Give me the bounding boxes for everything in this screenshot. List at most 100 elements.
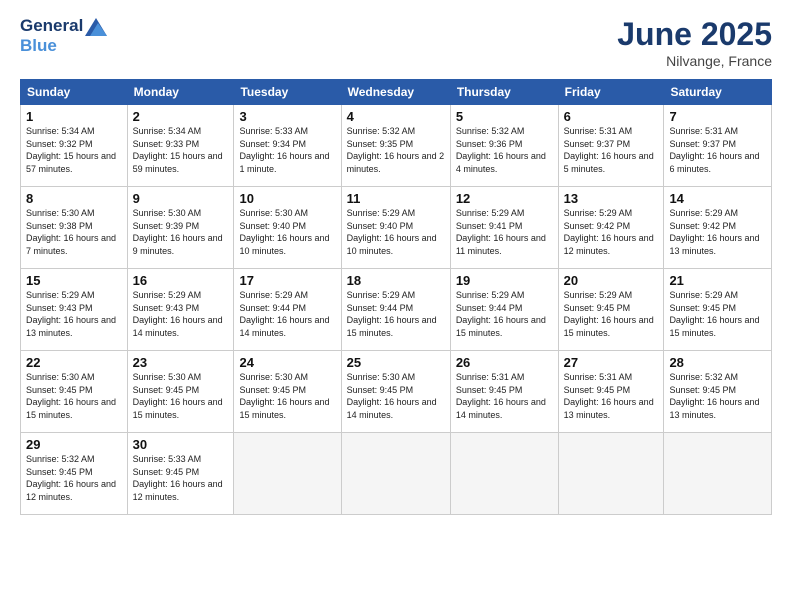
day-number: 22 xyxy=(26,355,122,370)
table-row: 29Sunrise: 5:32 AM Sunset: 9:45 PM Dayli… xyxy=(21,433,128,515)
day-number: 9 xyxy=(133,191,229,206)
col-tuesday: Tuesday xyxy=(234,80,341,105)
table-row: 11Sunrise: 5:29 AM Sunset: 9:40 PM Dayli… xyxy=(341,187,450,269)
cell-details: Sunrise: 5:30 AM Sunset: 9:45 PM Dayligh… xyxy=(347,371,445,421)
cell-details: Sunrise: 5:29 AM Sunset: 9:43 PM Dayligh… xyxy=(133,289,229,339)
table-row: 2Sunrise: 5:34 AM Sunset: 9:33 PM Daylig… xyxy=(127,105,234,187)
day-number: 11 xyxy=(347,191,445,206)
cell-details: Sunrise: 5:30 AM Sunset: 9:45 PM Dayligh… xyxy=(26,371,122,421)
table-row: 19Sunrise: 5:29 AM Sunset: 9:44 PM Dayli… xyxy=(450,269,558,351)
col-thursday: Thursday xyxy=(450,80,558,105)
cell-details: Sunrise: 5:30 AM Sunset: 9:38 PM Dayligh… xyxy=(26,207,122,257)
day-number: 20 xyxy=(564,273,659,288)
cell-details: Sunrise: 5:31 AM Sunset: 9:37 PM Dayligh… xyxy=(564,125,659,175)
table-row: 15Sunrise: 5:29 AM Sunset: 9:43 PM Dayli… xyxy=(21,269,128,351)
col-friday: Friday xyxy=(558,80,664,105)
table-row: 5Sunrise: 5:32 AM Sunset: 9:36 PM Daylig… xyxy=(450,105,558,187)
header: General Blue June 2025 Nilvange, France xyxy=(20,16,772,69)
cell-details: Sunrise: 5:30 AM Sunset: 9:39 PM Dayligh… xyxy=(133,207,229,257)
cell-details: Sunrise: 5:32 AM Sunset: 9:45 PM Dayligh… xyxy=(669,371,766,421)
day-number: 4 xyxy=(347,109,445,124)
day-number: 5 xyxy=(456,109,553,124)
table-row: 22Sunrise: 5:30 AM Sunset: 9:45 PM Dayli… xyxy=(21,351,128,433)
logo-blue: Blue xyxy=(20,36,107,56)
empty-cell xyxy=(664,433,772,515)
table-row: 28Sunrise: 5:32 AM Sunset: 9:45 PM Dayli… xyxy=(664,351,772,433)
cell-details: Sunrise: 5:32 AM Sunset: 9:45 PM Dayligh… xyxy=(26,453,122,503)
col-saturday: Saturday xyxy=(664,80,772,105)
empty-cell xyxy=(341,433,450,515)
table-row: 1Sunrise: 5:34 AM Sunset: 9:32 PM Daylig… xyxy=(21,105,128,187)
cell-details: Sunrise: 5:30 AM Sunset: 9:45 PM Dayligh… xyxy=(133,371,229,421)
cell-details: Sunrise: 5:33 AM Sunset: 9:45 PM Dayligh… xyxy=(133,453,229,503)
day-number: 27 xyxy=(564,355,659,370)
day-number: 17 xyxy=(239,273,335,288)
day-number: 6 xyxy=(564,109,659,124)
cell-details: Sunrise: 5:30 AM Sunset: 9:45 PM Dayligh… xyxy=(239,371,335,421)
calendar-body: 1Sunrise: 5:34 AM Sunset: 9:32 PM Daylig… xyxy=(21,105,772,515)
col-wednesday: Wednesday xyxy=(341,80,450,105)
day-number: 10 xyxy=(239,191,335,206)
day-number: 16 xyxy=(133,273,229,288)
day-number: 13 xyxy=(564,191,659,206)
cell-details: Sunrise: 5:30 AM Sunset: 9:40 PM Dayligh… xyxy=(239,207,335,257)
cell-details: Sunrise: 5:32 AM Sunset: 9:36 PM Dayligh… xyxy=(456,125,553,175)
empty-cell xyxy=(558,433,664,515)
table-row: 27Sunrise: 5:31 AM Sunset: 9:45 PM Dayli… xyxy=(558,351,664,433)
calendar-week-row: 1Sunrise: 5:34 AM Sunset: 9:32 PM Daylig… xyxy=(21,105,772,187)
cell-details: Sunrise: 5:31 AM Sunset: 9:45 PM Dayligh… xyxy=(564,371,659,421)
location: Nilvange, France xyxy=(617,53,772,69)
calendar-week-row: 29Sunrise: 5:32 AM Sunset: 9:45 PM Dayli… xyxy=(21,433,772,515)
day-number: 30 xyxy=(133,437,229,452)
month-title: June 2025 xyxy=(617,16,772,53)
table-row: 24Sunrise: 5:30 AM Sunset: 9:45 PM Dayli… xyxy=(234,351,341,433)
day-number: 25 xyxy=(347,355,445,370)
logo-text: General xyxy=(20,16,107,36)
cell-details: Sunrise: 5:29 AM Sunset: 9:45 PM Dayligh… xyxy=(564,289,659,339)
table-row: 26Sunrise: 5:31 AM Sunset: 9:45 PM Dayli… xyxy=(450,351,558,433)
table-row: 14Sunrise: 5:29 AM Sunset: 9:42 PM Dayli… xyxy=(664,187,772,269)
empty-cell xyxy=(450,433,558,515)
cell-details: Sunrise: 5:29 AM Sunset: 9:43 PM Dayligh… xyxy=(26,289,122,339)
table-row: 10Sunrise: 5:30 AM Sunset: 9:40 PM Dayli… xyxy=(234,187,341,269)
day-number: 26 xyxy=(456,355,553,370)
day-number: 29 xyxy=(26,437,122,452)
calendar-week-row: 15Sunrise: 5:29 AM Sunset: 9:43 PM Dayli… xyxy=(21,269,772,351)
table-row: 4Sunrise: 5:32 AM Sunset: 9:35 PM Daylig… xyxy=(341,105,450,187)
cell-details: Sunrise: 5:29 AM Sunset: 9:44 PM Dayligh… xyxy=(456,289,553,339)
day-number: 12 xyxy=(456,191,553,206)
cell-details: Sunrise: 5:29 AM Sunset: 9:42 PM Dayligh… xyxy=(564,207,659,257)
cell-details: Sunrise: 5:29 AM Sunset: 9:40 PM Dayligh… xyxy=(347,207,445,257)
table-row: 25Sunrise: 5:30 AM Sunset: 9:45 PM Dayli… xyxy=(341,351,450,433)
day-number: 24 xyxy=(239,355,335,370)
table-row: 7Sunrise: 5:31 AM Sunset: 9:37 PM Daylig… xyxy=(664,105,772,187)
cell-details: Sunrise: 5:31 AM Sunset: 9:37 PM Dayligh… xyxy=(669,125,766,175)
day-number: 23 xyxy=(133,355,229,370)
table-row: 6Sunrise: 5:31 AM Sunset: 9:37 PM Daylig… xyxy=(558,105,664,187)
day-number: 1 xyxy=(26,109,122,124)
day-number: 18 xyxy=(347,273,445,288)
calendar-week-row: 8Sunrise: 5:30 AM Sunset: 9:38 PM Daylig… xyxy=(21,187,772,269)
logo-icon xyxy=(85,18,107,36)
table-row: 30Sunrise: 5:33 AM Sunset: 9:45 PM Dayli… xyxy=(127,433,234,515)
cell-details: Sunrise: 5:29 AM Sunset: 9:45 PM Dayligh… xyxy=(669,289,766,339)
cell-details: Sunrise: 5:29 AM Sunset: 9:44 PM Dayligh… xyxy=(347,289,445,339)
title-block: June 2025 Nilvange, France xyxy=(617,16,772,69)
cell-details: Sunrise: 5:33 AM Sunset: 9:34 PM Dayligh… xyxy=(239,125,335,175)
day-number: 7 xyxy=(669,109,766,124)
table-row: 23Sunrise: 5:30 AM Sunset: 9:45 PM Dayli… xyxy=(127,351,234,433)
day-number: 14 xyxy=(669,191,766,206)
cell-details: Sunrise: 5:32 AM Sunset: 9:35 PM Dayligh… xyxy=(347,125,445,175)
empty-cell xyxy=(234,433,341,515)
day-number: 3 xyxy=(239,109,335,124)
col-monday: Monday xyxy=(127,80,234,105)
day-number: 21 xyxy=(669,273,766,288)
page: General Blue June 2025 Nilvange, France … xyxy=(0,0,792,612)
cell-details: Sunrise: 5:29 AM Sunset: 9:44 PM Dayligh… xyxy=(239,289,335,339)
table-row: 12Sunrise: 5:29 AM Sunset: 9:41 PM Dayli… xyxy=(450,187,558,269)
calendar-table: Sunday Monday Tuesday Wednesday Thursday… xyxy=(20,79,772,515)
calendar-header-row: Sunday Monday Tuesday Wednesday Thursday… xyxy=(21,80,772,105)
table-row: 18Sunrise: 5:29 AM Sunset: 9:44 PM Dayli… xyxy=(341,269,450,351)
day-number: 2 xyxy=(133,109,229,124)
calendar-week-row: 22Sunrise: 5:30 AM Sunset: 9:45 PM Dayli… xyxy=(21,351,772,433)
